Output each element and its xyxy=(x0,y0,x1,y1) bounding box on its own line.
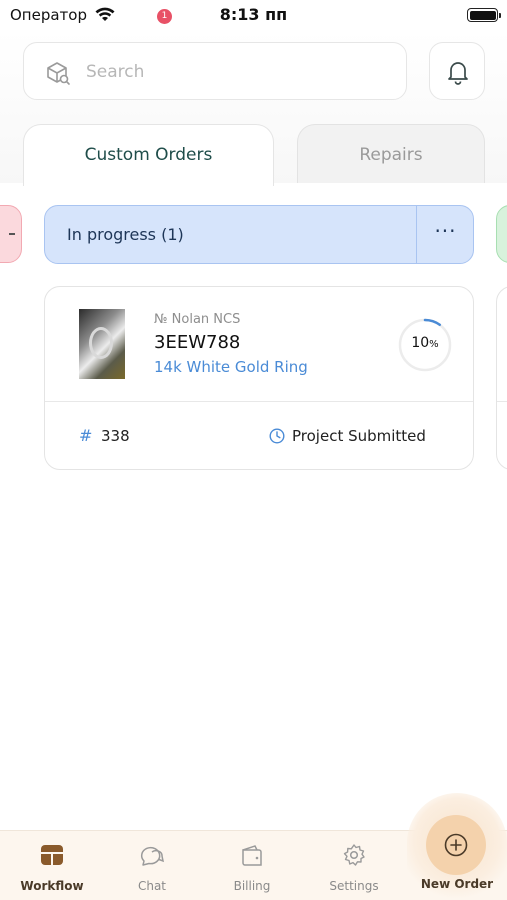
nav-workflow-label: Workflow xyxy=(20,879,84,893)
plus-circle-icon xyxy=(444,833,468,857)
progress-unit: % xyxy=(429,339,439,350)
new-order-label: New Order xyxy=(420,877,494,891)
dash-icon xyxy=(9,233,15,235)
clock-time: 8:13 пп xyxy=(219,5,288,24)
ring-thumbnail xyxy=(79,309,125,379)
tab-repairs[interactable]: Repairs xyxy=(297,124,485,186)
search-bar[interactable]: Search xyxy=(23,42,407,100)
status-bar: Оператор 8:13 пп xyxy=(0,0,507,30)
gear-icon xyxy=(343,844,365,866)
progress-value: 10 xyxy=(411,335,430,351)
order-item: 14k White Gold Ring xyxy=(154,358,308,376)
hash-icon: # xyxy=(79,426,93,445)
order-code: 3EEW788 xyxy=(154,332,241,353)
nav-billing-label: Billing xyxy=(233,879,271,893)
column-header-in-progress: In progress (1) ··· xyxy=(44,205,474,264)
progress-ring: 10% xyxy=(397,317,453,373)
battery-icon xyxy=(467,8,501,22)
nav-billing[interactable]: Billing xyxy=(202,831,302,900)
clock-icon xyxy=(269,428,285,444)
order-card[interactable]: № Nolan NCS 3EEW788 14k White Gold Ring … xyxy=(44,286,474,470)
workflow-icon xyxy=(41,845,63,865)
next-column-header[interactable] xyxy=(496,205,507,263)
chat-unread-badge: 1 xyxy=(157,9,172,24)
nav-settings-label: Settings xyxy=(329,879,379,893)
search-input[interactable]: Search xyxy=(86,62,144,82)
nav-workflow[interactable]: Workflow xyxy=(2,831,102,900)
new-order-button[interactable] xyxy=(426,815,486,875)
order-status: Project Submitted xyxy=(292,427,426,445)
nav-settings[interactable]: Settings xyxy=(304,831,404,900)
tab-custom-orders[interactable]: Custom Orders xyxy=(23,124,274,186)
order-number: 338 xyxy=(101,427,130,445)
search-box-icon xyxy=(47,62,70,85)
header: Search Custom Orders Repairs xyxy=(0,30,507,186)
previous-column-header[interactable] xyxy=(0,205,22,263)
bell-icon xyxy=(448,62,468,85)
next-column-card[interactable] xyxy=(496,286,507,470)
nav-chat-label: Chat xyxy=(137,879,167,893)
progress-percent: 10% xyxy=(397,335,453,351)
wallet-icon xyxy=(242,845,262,866)
chat-icon xyxy=(140,846,164,866)
notifications-button[interactable] xyxy=(429,42,485,100)
order-store: № Nolan NCS xyxy=(154,312,241,327)
card-divider xyxy=(45,401,473,402)
nav-chat[interactable]: Chat xyxy=(102,831,202,900)
kanban-board[interactable]: In progress (1) ··· № Nolan NCS 3EEW788 … xyxy=(0,183,507,830)
column-more-button[interactable]: ··· xyxy=(417,206,474,263)
column-title: In progress (1) xyxy=(67,225,184,244)
